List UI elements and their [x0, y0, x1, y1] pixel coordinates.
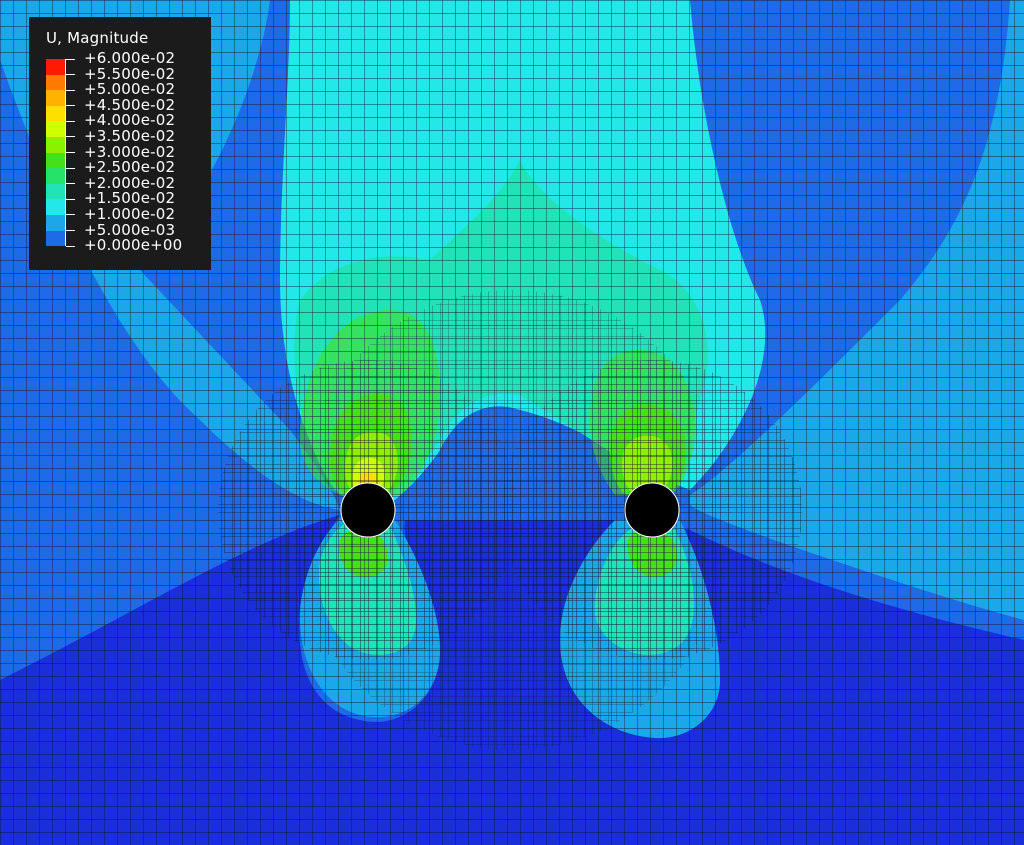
- legend-tick: [66, 120, 75, 122]
- legend-tick: [66, 183, 75, 185]
- legend-label: +5.000e-02: [84, 80, 176, 99]
- contour-legend[interactable]: U, Magnitude +6.000e-02 +5.500e-02 +5.000e…: [29, 17, 211, 270]
- legend-label: +4.000e-02: [84, 111, 176, 130]
- legend-tick: [66, 152, 75, 154]
- legend-tick: [66, 198, 75, 200]
- legend-label: +2.000e-02: [84, 173, 176, 192]
- legend-label: +0.000e+00: [84, 236, 183, 255]
- legend-tick: [66, 74, 75, 76]
- legend-label: +6.000e-02: [84, 49, 176, 67]
- legend-tick: [66, 58, 75, 60]
- legend-tick: [66, 89, 75, 91]
- legend-title: U, Magnitude: [46, 29, 149, 47]
- legend-tick: [66, 136, 75, 138]
- legend-label: +2.500e-02: [84, 158, 176, 177]
- fea-viewport[interactable]: U, Magnitude +6.000e-02 +5.500e-02 +5.000e…: [0, 0, 1024, 845]
- legend-tick: [66, 214, 75, 216]
- legend-label: +4.500e-02: [84, 95, 176, 114]
- left-hole: [340, 482, 396, 538]
- legend-tick: [66, 105, 75, 107]
- legend-tick: [66, 167, 75, 169]
- legend-row: +0.000e+00: [46, 236, 211, 255]
- legend-label: +3.500e-02: [84, 126, 176, 145]
- legend-rows: +6.000e-02 +5.500e-02 +5.000e-02 +4.500e-02…: [46, 49, 211, 255]
- legend-label: +1.000e-02: [84, 204, 176, 223]
- legend-label: +5.500e-02: [84, 64, 176, 83]
- legend-tick: [66, 245, 75, 247]
- legend-tick: [66, 230, 75, 232]
- legend-label: +5.000e-03: [84, 220, 176, 239]
- right-hole: [624, 482, 680, 538]
- legend-label: +3.000e-02: [84, 142, 176, 161]
- legend-label: +1.500e-02: [84, 189, 176, 208]
